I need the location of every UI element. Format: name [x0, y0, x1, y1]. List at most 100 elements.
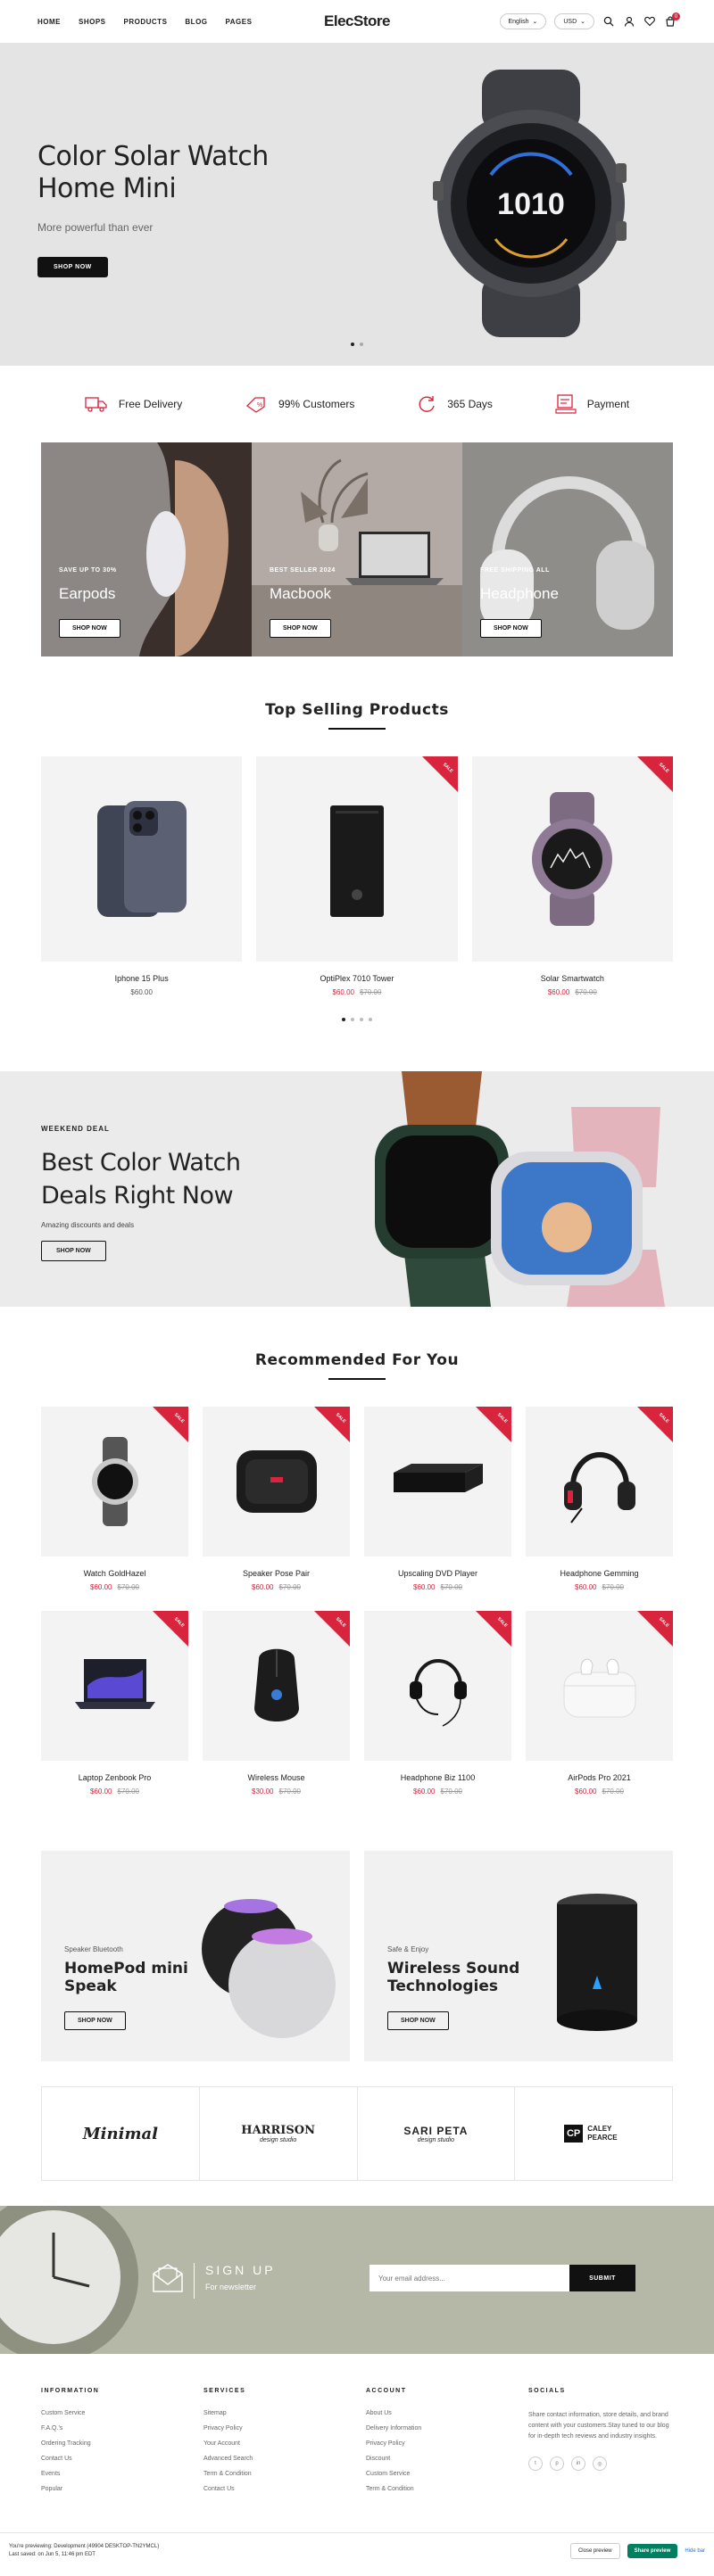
footer-link[interactable]: Custom Service	[366, 2471, 511, 2477]
footer-link[interactable]: Privacy Policy	[366, 2440, 511, 2447]
slide-dot[interactable]	[351, 343, 354, 346]
features-bar: Free Delivery % 99% Customers 365 Days P…	[0, 366, 714, 442]
linkedin-icon[interactable]: in	[571, 2456, 585, 2471]
nav-home[interactable]: HOME	[37, 18, 61, 26]
promo-shop-now-button[interactable]: SHOP NOW	[64, 2011, 126, 2030]
nav-pages[interactable]: PAGES	[226, 18, 253, 26]
category-banner-macbook[interactable]: BEST SELLER 2024 Macbook SHOP NOW	[252, 442, 462, 656]
footer-link[interactable]: F.A.Q.'s	[41, 2425, 186, 2432]
product-image[interactable]: SALE	[41, 1611, 188, 1761]
product-name[interactable]: OptiPlex 7010 Tower	[256, 974, 457, 983]
hero-shop-now-button[interactable]: SHOP NOW	[37, 257, 108, 277]
footer-link[interactable]: Your Account	[203, 2440, 348, 2447]
search-icon[interactable]	[602, 15, 615, 28]
submit-button[interactable]: SUBMIT	[569, 2265, 635, 2291]
price-current: $60.00	[90, 1583, 112, 1591]
footer-link[interactable]: Discount	[366, 2456, 511, 2462]
nav-shops[interactable]: SHOPS	[79, 18, 106, 26]
product-name[interactable]: Watch GoldHazel	[41, 1569, 188, 1578]
logo[interactable]: ElecStore	[324, 12, 390, 30]
footer-link[interactable]: About Us	[366, 2410, 511, 2416]
product-name[interactable]: Headphone Gemming	[526, 1569, 673, 1578]
nav-blog[interactable]: BLOG	[185, 18, 207, 26]
category-banner-headphone[interactable]: FREE SHIPPING ALL Headphone SHOP NOW	[462, 442, 673, 656]
product-card[interactable]: SALE AirPods Pro 2021 $60.00 $70.00	[526, 1611, 673, 1796]
footer-link[interactable]: Sitemap	[203, 2410, 348, 2416]
product-image[interactable]: SALE	[364, 1407, 511, 1556]
footer-links: About Us Delivery Information Privacy Po…	[366, 2410, 511, 2492]
instagram-icon[interactable]: ◎	[593, 2456, 607, 2471]
currency-select[interactable]: USD ⌄	[554, 13, 594, 29]
product-card[interactable]: SALE Watch GoldHazel $60.00 $70.00	[41, 1407, 188, 1591]
email-input[interactable]	[369, 2265, 569, 2291]
product-card[interactable]: SALE Wireless Mouse $30.00 $70.00	[203, 1611, 350, 1796]
footer-link[interactable]: Advanced Search	[203, 2456, 348, 2462]
close-preview-button[interactable]: Close preview	[569, 2542, 620, 2559]
language-select[interactable]: English ⌄	[499, 13, 547, 29]
page-dot[interactable]	[360, 1018, 363, 1021]
brand-logo-sari-peta[interactable]: SARI PETA design studio	[358, 2087, 516, 2180]
cart-icon[interactable]: 0	[664, 12, 680, 28]
product-name[interactable]: Solar Smartwatch	[472, 974, 673, 983]
heart-icon[interactable]	[643, 15, 656, 28]
user-icon[interactable]	[623, 15, 635, 28]
product-image[interactable]: SALE	[526, 1611, 673, 1761]
product-card[interactable]: SALE Upscaling DVD Player $60.00 $70.00	[364, 1407, 511, 1591]
product-image[interactable]	[41, 756, 243, 962]
promo-shop-now-button[interactable]: SHOP NOW	[387, 2011, 449, 2030]
product-name[interactable]: Headphone Biz 1100	[364, 1773, 511, 1782]
footer-link[interactable]: Contact Us	[203, 2486, 348, 2492]
page-dot[interactable]	[369, 1018, 372, 1021]
brand-logo-minimal[interactable]: Minimal	[42, 2087, 200, 2180]
footer-link[interactable]: Custom Service	[41, 2410, 186, 2416]
pinterest-icon[interactable]: p	[550, 2456, 564, 2471]
slide-dot[interactable]	[360, 343, 363, 346]
product-name[interactable]: Wireless Mouse	[203, 1773, 350, 1782]
footer-link[interactable]: Delivery Information	[366, 2425, 511, 2432]
category-shop-now-button[interactable]: SHOP NOW	[270, 619, 331, 638]
category-shop-now-button[interactable]: SHOP NOW	[59, 619, 120, 638]
product-card[interactable]: SALE Headphone Biz 1100 $60.00 $70.00	[364, 1611, 511, 1796]
promo-wireless-sound[interactable]: Safe & Enjoy Wireless Sound Technologies …	[364, 1851, 673, 2061]
hide-bar-link[interactable]: Hide bar	[685, 2548, 705, 2554]
footer-link[interactable]: Term & Condition	[203, 2471, 348, 2477]
nav-products[interactable]: PRODUCTS	[124, 18, 168, 26]
footer-link[interactable]: Popular	[41, 2486, 186, 2492]
twitter-icon[interactable]: t	[528, 2456, 543, 2471]
product-name[interactable]: Speaker Pose Pair	[203, 1569, 350, 1578]
product-card[interactable]: SALE Headphone Gemming $60.00 $70.00	[526, 1407, 673, 1591]
product-image[interactable]: SALE	[364, 1611, 511, 1761]
product-name[interactable]: Upscaling DVD Player	[364, 1569, 511, 1578]
product-card[interactable]: SALE OptiPlex 7010 Tower $60.00 $70.00	[256, 756, 458, 996]
footer-column-services: SERVICES Sitemap Privacy Policy Your Acc…	[203, 2388, 348, 2532]
footer-link[interactable]: Privacy Policy	[203, 2425, 348, 2432]
product-image[interactable]: SALE	[203, 1407, 350, 1556]
promo-homepod[interactable]: Speaker Bluetooth HomePod mini Speak SHOP…	[41, 1851, 350, 2061]
share-preview-button[interactable]: Share preview	[627, 2543, 678, 2558]
category-shop-now-button[interactable]: SHOP NOW	[480, 619, 542, 638]
product-image[interactable]: SALE	[41, 1407, 188, 1556]
page-dot[interactable]	[351, 1018, 354, 1021]
product-image[interactable]: SALE	[471, 756, 673, 962]
page: HOME SHOPS PRODUCTS BLOG PAGES ElecStore…	[0, 0, 714, 2568]
product-name[interactable]: AirPods Pro 2021	[526, 1773, 673, 1782]
page-dot[interactable]	[342, 1018, 345, 1021]
product-image[interactable]: SALE	[526, 1407, 673, 1556]
product-image[interactable]: SALE	[256, 756, 458, 962]
product-card[interactable]: Iphone 15 Plus $60.00	[41, 756, 243, 996]
footer-link[interactable]: Contact Us	[41, 2456, 186, 2462]
product-card[interactable]: SALE Speaker Pose Pair $60.00 $70.00	[203, 1407, 350, 1591]
footer-link[interactable]: Term & Condition	[366, 2486, 511, 2492]
brand-logo-harrison[interactable]: HARRISON design studio	[200, 2087, 358, 2180]
category-banner-earpods[interactable]: SAVE UP TO 30% Earpods SHOP NOW	[41, 442, 252, 656]
brand-logo-caley-pearce[interactable]: CP CALEY PEARCE	[515, 2087, 672, 2180]
deal-shop-now-button[interactable]: SHOP NOW	[41, 1241, 106, 1261]
sale-label: SALE	[442, 762, 454, 774]
product-name[interactable]: Iphone 15 Plus	[41, 974, 242, 983]
footer-link[interactable]: Ordering Tracking	[41, 2440, 186, 2447]
footer-link[interactable]: Events	[41, 2471, 186, 2477]
product-image[interactable]: SALE	[203, 1611, 350, 1761]
product-card[interactable]: SALE Laptop Zenbook Pro $60.00 $70.00	[41, 1611, 188, 1796]
product-card[interactable]: SALE Solar Smartwatch $60.00 $70.00	[471, 756, 673, 996]
product-name[interactable]: Laptop Zenbook Pro	[41, 1773, 188, 1782]
